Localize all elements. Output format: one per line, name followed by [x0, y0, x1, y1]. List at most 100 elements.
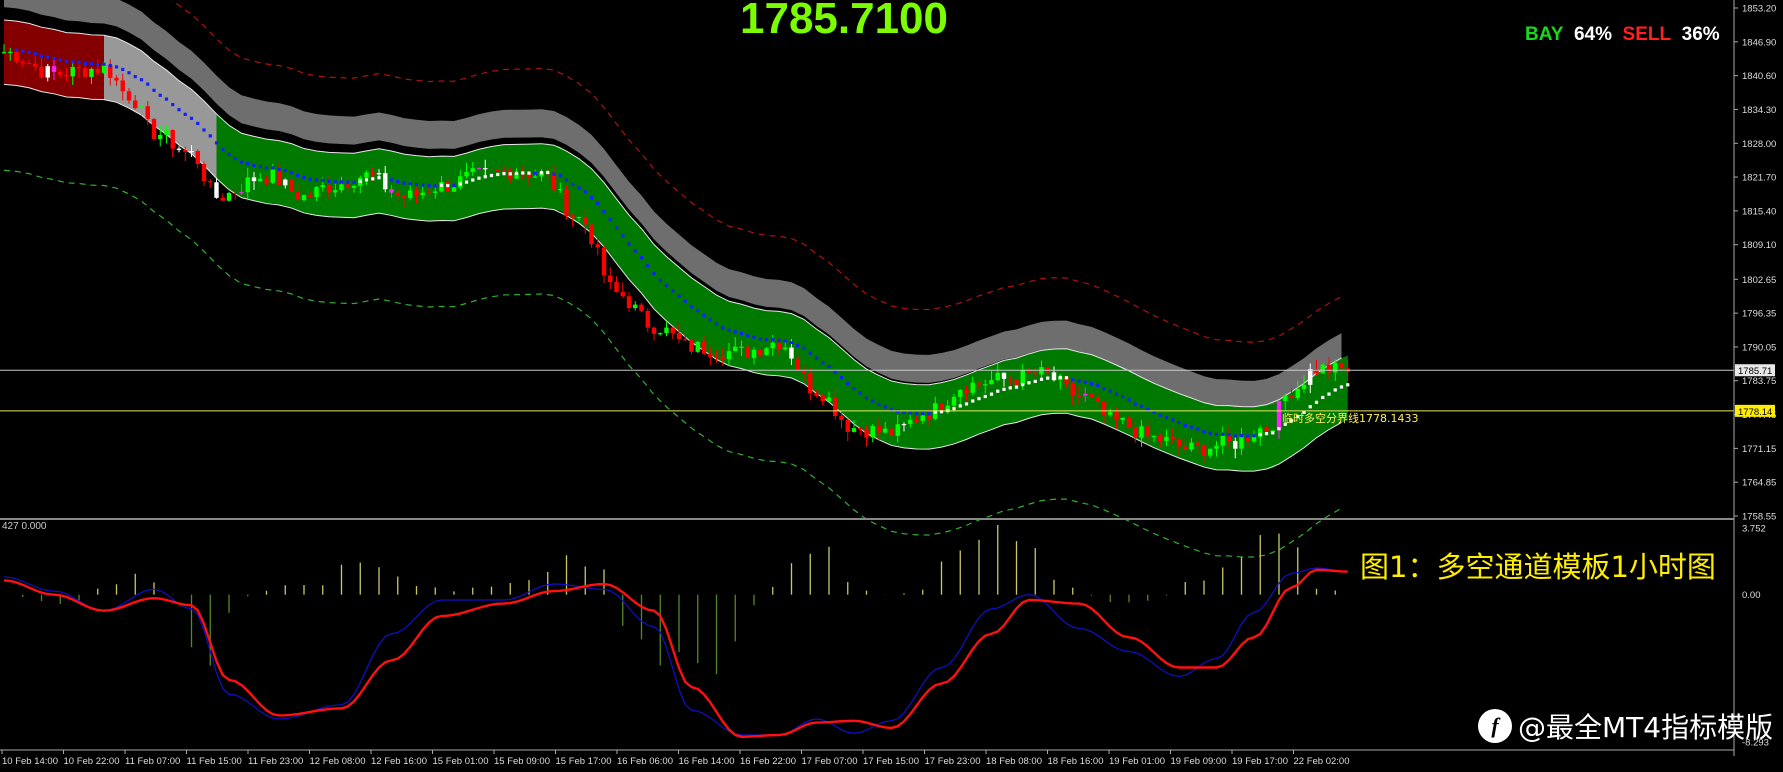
trend-dot — [1208, 431, 1212, 435]
trend-dot — [633, 249, 637, 253]
candle-body — [1308, 369, 1313, 385]
trend-dot — [1233, 434, 1237, 438]
sell-percent: 36% — [1681, 24, 1720, 45]
buy-percent: 64% — [1573, 24, 1612, 45]
candle-body — [739, 346, 744, 348]
time-tick-label: 18 Feb 16:00 — [1048, 756, 1104, 767]
trend-dot — [789, 340, 794, 345]
trend-dot — [433, 184, 437, 188]
osc-tick-label: 3.752 — [1742, 524, 1766, 535]
candle-body — [764, 348, 769, 355]
time-tick-label: 19 Feb 09:00 — [1171, 756, 1227, 767]
trend-dot — [1102, 386, 1106, 391]
price-tick-label: 1764.85 — [1742, 478, 1776, 489]
candle-body — [914, 419, 919, 422]
trend-dot — [683, 299, 687, 303]
candle-body — [733, 346, 738, 352]
trend-dot — [421, 183, 425, 187]
candle-body — [870, 425, 875, 438]
trend-dot — [221, 147, 225, 152]
candle-body — [889, 428, 894, 436]
candle-body — [689, 339, 694, 352]
candle-body — [1214, 445, 1219, 449]
candle-body — [1070, 383, 1075, 396]
candle-body — [901, 423, 907, 426]
candle-body — [776, 342, 782, 350]
trend-dot — [358, 179, 362, 183]
candle-body — [595, 244, 600, 248]
trend-dot — [571, 182, 575, 186]
candle-body — [83, 68, 88, 78]
candle-body — [1, 52, 7, 54]
trend-dot — [1002, 387, 1006, 391]
trend-dot — [121, 67, 125, 72]
trend-dot — [658, 278, 662, 282]
time-tick-label: 12 Feb 16:00 — [371, 756, 427, 767]
candle-body — [745, 346, 750, 358]
candle-body — [333, 190, 338, 193]
trend-dot — [996, 389, 1000, 393]
osc-signal-line — [3, 567, 1348, 736]
candle-body — [64, 74, 69, 77]
time-tick-label: 19 Feb 17:00 — [1232, 756, 1288, 767]
candle-body — [608, 275, 613, 283]
candle-body — [1220, 435, 1225, 446]
trend-dot — [1214, 432, 1219, 437]
candle-body — [364, 172, 369, 178]
candle-body — [158, 134, 163, 140]
trend-dot — [1052, 376, 1056, 380]
trend-dot — [864, 396, 869, 400]
time-tick-label: 19 Feb 01:00 — [1109, 756, 1165, 767]
candle-body — [808, 373, 813, 394]
trend-dot — [721, 326, 725, 330]
candle-body — [1133, 427, 1138, 438]
trend-dot — [1158, 413, 1162, 417]
candle-body — [1114, 412, 1119, 421]
trend-dot — [108, 63, 112, 68]
candle-body — [176, 148, 182, 151]
trend-dot — [1252, 434, 1256, 438]
trend-dot — [1183, 423, 1187, 427]
candle-body — [658, 333, 663, 335]
price-tick-label: 1758.55 — [1742, 512, 1776, 523]
price-tick-label: 1815.40 — [1742, 206, 1776, 217]
candle-body — [1170, 436, 1175, 439]
candle-body — [620, 292, 625, 297]
trend-dot — [439, 183, 444, 187]
candle-body — [1301, 384, 1307, 389]
candle-body — [570, 216, 575, 218]
trend-dot — [871, 399, 875, 403]
candle-body — [339, 184, 344, 191]
candle-body — [1001, 372, 1007, 379]
trend-dot — [471, 178, 475, 182]
trend-dot — [214, 141, 219, 145]
trend-dot — [1008, 386, 1012, 390]
candle-body — [189, 151, 194, 153]
trend-dot — [352, 180, 356, 184]
trend-dot — [196, 121, 200, 126]
candle-body — [420, 192, 425, 196]
candle-body — [983, 384, 988, 386]
candle-body — [1158, 435, 1163, 442]
candle-body — [826, 397, 832, 402]
candle-body — [1120, 417, 1125, 421]
candle-body — [1276, 401, 1282, 431]
candle-body — [1295, 388, 1300, 399]
candle-body — [1139, 426, 1144, 438]
trend-dot — [102, 62, 106, 66]
osc-main-line — [3, 568, 1348, 738]
candle-body — [583, 216, 588, 225]
trend-dot — [189, 116, 194, 120]
candle-body — [1195, 442, 1200, 446]
trend-dot — [133, 75, 137, 79]
candle-body — [989, 380, 994, 385]
trend-dot — [558, 174, 562, 178]
trend-dot — [508, 172, 512, 176]
trend-dot — [277, 168, 281, 172]
candle-body — [639, 304, 644, 311]
trend-dot — [1227, 433, 1231, 437]
current-price-display: 1785.7100 — [740, 0, 948, 43]
candle-body — [951, 396, 957, 406]
time-tick-label: 16 Feb 14:00 — [679, 756, 735, 767]
trend-dot — [1239, 434, 1244, 438]
